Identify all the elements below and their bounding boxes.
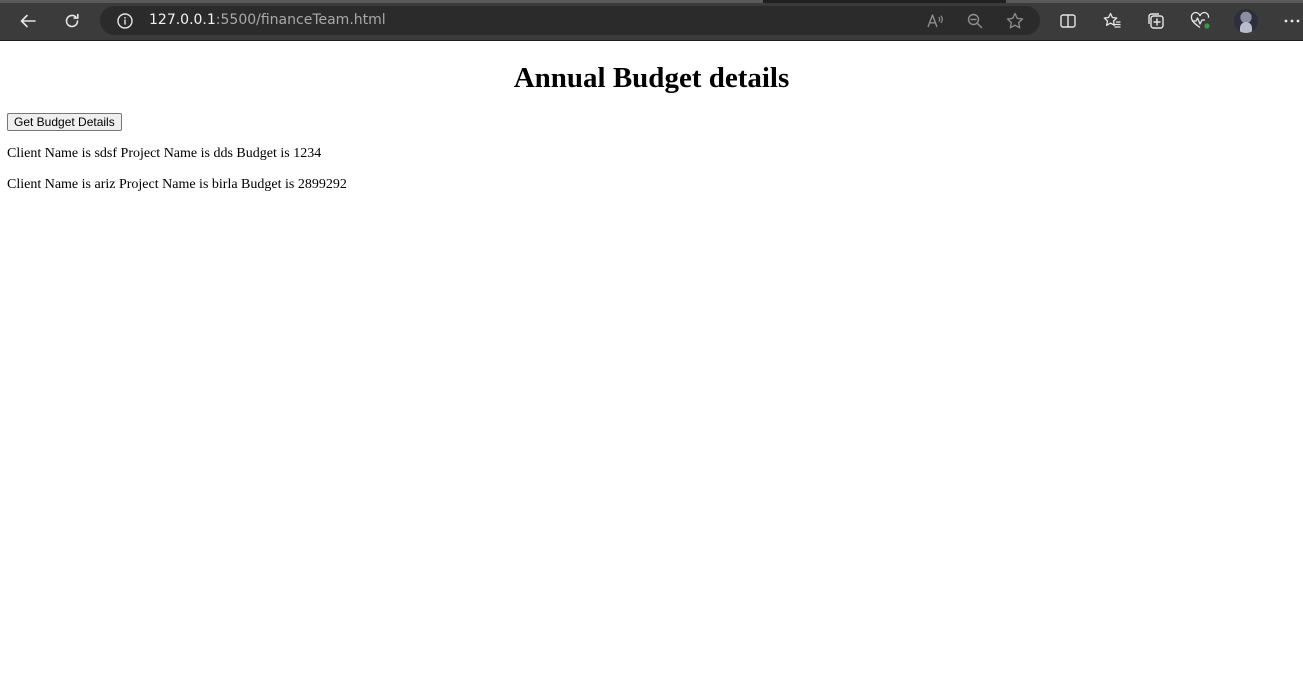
address-bar[interactable]: 127.0.0.1:5500/financeTeam.html xyxy=(100,6,1040,35)
more-icon xyxy=(1284,19,1300,23)
favorites-icon xyxy=(1103,12,1121,28)
avatar[interactable] xyxy=(1234,9,1258,33)
split-screen-icon xyxy=(1060,14,1076,28)
more-button[interactable] xyxy=(1277,6,1303,36)
url-host: 127.0.0.1 xyxy=(149,12,216,28)
info-icon[interactable] xyxy=(116,12,134,30)
favorite-button[interactable] xyxy=(1002,8,1028,34)
budget-record: Client Name is sdsf Project Name is dds … xyxy=(7,146,322,161)
read-aloud-button[interactable] xyxy=(922,8,948,34)
get-budget-details-button[interactable]: Get Budget Details xyxy=(7,113,122,131)
avatar-figure xyxy=(1240,22,1252,33)
zoom-button[interactable] xyxy=(962,8,988,34)
budget-record: Client Name is ariz Project Name is birl… xyxy=(7,177,347,192)
back-arrow-icon xyxy=(20,14,36,28)
heartbeat-icon xyxy=(1190,11,1210,29)
page-title: Annual Budget details xyxy=(513,62,790,94)
split-screen-button[interactable] xyxy=(1053,6,1083,36)
reload-button[interactable] xyxy=(57,6,87,36)
url-path: :5500/financeTeam.html xyxy=(215,12,386,28)
read-aloud-icon xyxy=(927,14,943,28)
tab-strip-edge xyxy=(0,0,1303,3)
favorites-button[interactable] xyxy=(1097,6,1127,36)
star-icon xyxy=(1006,12,1024,29)
reload-icon xyxy=(65,13,79,28)
performance-button[interactable] xyxy=(1185,6,1215,36)
back-button[interactable] xyxy=(13,6,43,36)
browser-toolbar: 127.0.0.1:5500/financeTeam.html xyxy=(0,0,1303,41)
page-content: Annual Budget details Get Budget Details… xyxy=(0,41,1303,694)
zoom-out-icon xyxy=(967,13,983,29)
collections-icon xyxy=(1148,13,1164,29)
url-text[interactable]: 127.0.0.1:5500/financeTeam.html xyxy=(149,11,386,30)
collections-button[interactable] xyxy=(1141,6,1171,36)
